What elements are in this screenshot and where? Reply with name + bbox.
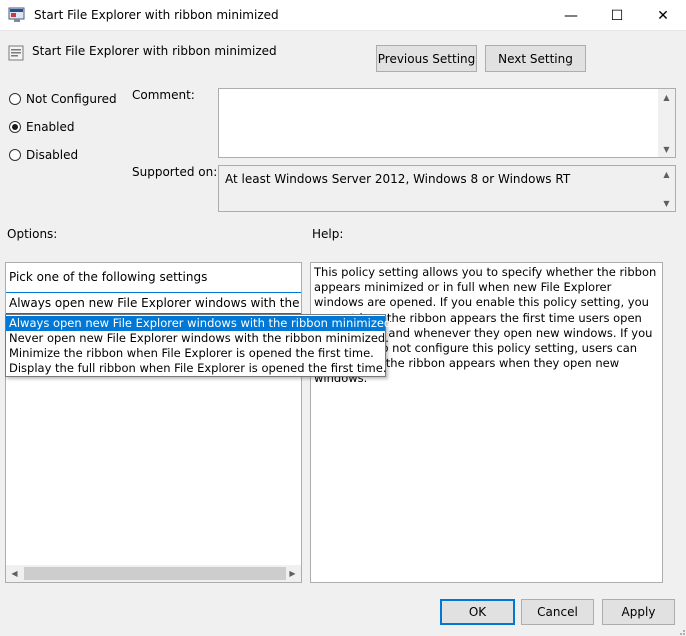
help-panel: This policy setting allows you to specif… bbox=[310, 262, 663, 583]
scroll-left-icon[interactable]: ◀ bbox=[6, 565, 23, 582]
dropdown-option[interactable]: Display the full ribbon when File Explor… bbox=[6, 361, 386, 376]
radio-circle[interactable] bbox=[9, 93, 21, 105]
policy-editor-app-icon bbox=[8, 7, 25, 22]
scroll-thumb[interactable] bbox=[24, 567, 286, 580]
options-panel: Pick one of the following settings Alway… bbox=[5, 262, 302, 583]
scroll-up-icon[interactable]: ▲ bbox=[658, 166, 675, 182]
supported-on-value: At least Windows Server 2012, Windows 8 … bbox=[225, 172, 571, 186]
comment-textarea[interactable]: ▲ ▼ bbox=[218, 88, 676, 158]
dropdown-option[interactable]: Always open new File Explorer windows wi… bbox=[6, 316, 395, 331]
options-prompt: Pick one of the following settings bbox=[9, 270, 208, 284]
scroll-right-icon[interactable]: ▶ bbox=[284, 565, 301, 582]
supported-on-box: At least Windows Server 2012, Windows 8 … bbox=[218, 165, 676, 212]
window-title: Start File Explorer with ribbon minimize… bbox=[34, 8, 279, 22]
supported-on-label: Supported on: bbox=[132, 165, 218, 179]
scroll-up-icon[interactable]: ▲ bbox=[658, 89, 675, 105]
policy-setting-icon bbox=[8, 45, 24, 61]
ribbon-setting-dropdown[interactable]: Always open new File Explorer windows wi… bbox=[6, 292, 301, 314]
radio-circle[interactable] bbox=[9, 149, 21, 161]
resize-grip-icon[interactable] bbox=[676, 626, 686, 636]
radio-enabled[interactable]: Enabled bbox=[9, 118, 129, 136]
previous-setting-button[interactable]: Previous Setting bbox=[376, 45, 477, 72]
maximize-button[interactable]: ☐ bbox=[594, 0, 640, 31]
ok-button[interactable]: OK bbox=[440, 599, 515, 625]
minimize-button[interactable]: — bbox=[548, 0, 594, 31]
dropdown-option[interactable]: Never open new File Explorer windows wit… bbox=[6, 331, 389, 346]
options-label: Options: bbox=[7, 227, 58, 241]
radio-not-configured[interactable]: Not Configured bbox=[9, 90, 129, 108]
cancel-button[interactable]: Cancel bbox=[521, 599, 594, 625]
radio-label: Not Configured bbox=[26, 92, 117, 106]
scroll-down-icon[interactable]: ▼ bbox=[658, 195, 675, 211]
supported-scrollbar[interactable]: ▲ ▼ bbox=[658, 166, 675, 211]
radio-label: Disabled bbox=[26, 148, 79, 162]
apply-button[interactable]: Apply bbox=[602, 599, 675, 625]
comment-label: Comment: bbox=[132, 88, 195, 102]
close-icon: ✕ bbox=[657, 7, 669, 24]
scroll-down-icon[interactable]: ▼ bbox=[658, 141, 675, 157]
radio-circle[interactable] bbox=[9, 121, 21, 133]
maximize-icon: ☐ bbox=[610, 7, 624, 24]
dropdown-option[interactable]: Minimize the ribbon when File Explorer i… bbox=[6, 346, 385, 361]
policy-name: Start File Explorer with ribbon minimize… bbox=[32, 44, 277, 58]
minimize-icon: — bbox=[564, 7, 578, 24]
radio-label: Enabled bbox=[26, 120, 75, 134]
next-setting-button[interactable]: Next Setting bbox=[485, 45, 586, 72]
title-bar: Start File Explorer with ribbon minimize… bbox=[0, 0, 686, 31]
dropdown-list: Always open new File Explorer windows wi… bbox=[5, 314, 395, 377]
comment-scrollbar[interactable]: ▲ ▼ bbox=[658, 89, 675, 157]
close-button[interactable]: ✕ bbox=[640, 0, 686, 31]
help-label: Help: bbox=[312, 227, 344, 241]
radio-disabled[interactable]: Disabled bbox=[9, 146, 129, 164]
options-horizontal-scrollbar[interactable]: ◀ ▶ bbox=[6, 565, 301, 582]
